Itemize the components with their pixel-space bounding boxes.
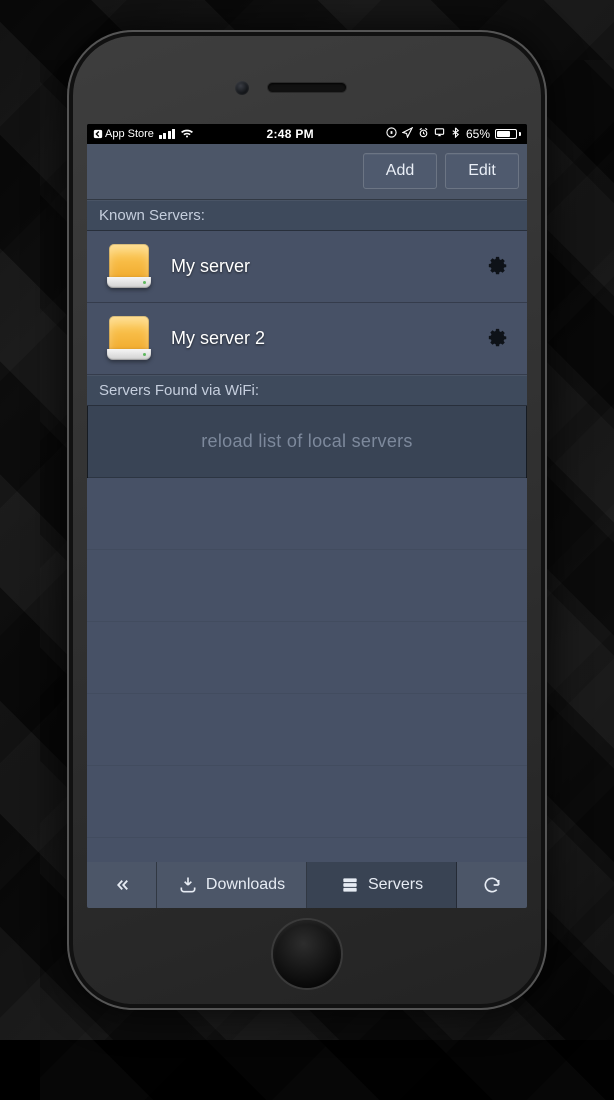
known-servers-header: Known Servers:	[87, 200, 527, 231]
refresh-icon	[482, 875, 502, 895]
screen: App Store 2:48 PM 65% Add Edit	[87, 124, 527, 908]
location-icon	[402, 127, 413, 141]
empty-list-area	[87, 478, 527, 862]
airplay-icon	[434, 127, 445, 141]
signal-icon	[159, 129, 176, 139]
download-icon	[178, 875, 198, 895]
gear-icon[interactable]	[487, 327, 509, 349]
add-button[interactable]: Add	[363, 153, 437, 189]
tab-servers-label: Servers	[368, 876, 423, 894]
battery-percent: 65%	[466, 127, 490, 141]
drive-icon	[105, 314, 153, 362]
back-to-appstore[interactable]: App Store	[93, 128, 154, 140]
wifi-icon	[180, 128, 194, 139]
tab-downloads[interactable]: Downloads	[157, 862, 307, 908]
drive-icon	[105, 242, 153, 290]
orientation-lock-icon	[386, 127, 397, 141]
tab-servers[interactable]: Servers	[307, 862, 457, 908]
clock: 2:48 PM	[198, 127, 382, 141]
edit-button[interactable]: Edit	[445, 153, 519, 189]
server-row[interactable]: My server	[87, 231, 527, 303]
server-icon	[340, 875, 360, 895]
phone-speaker	[268, 83, 346, 92]
home-button[interactable]	[273, 920, 341, 988]
status-bar: App Store 2:48 PM 65%	[87, 124, 527, 144]
camera-dot	[235, 81, 249, 95]
top-toolbar: Add Edit	[87, 144, 527, 200]
wifi-servers-header: Servers Found via WiFi:	[87, 375, 527, 406]
battery-icon	[495, 129, 521, 139]
phone-frame: App Store 2:48 PM 65% Add Edit	[67, 30, 547, 1010]
reload-servers-button[interactable]: reload list of local servers	[87, 406, 527, 478]
back-label: App Store	[105, 128, 154, 140]
tab-bar: Downloads Servers	[87, 862, 527, 908]
double-chevron-left-icon	[112, 875, 132, 895]
tab-downloads-label: Downloads	[206, 876, 285, 894]
gear-icon[interactable]	[487, 255, 509, 277]
bluetooth-icon	[450, 127, 461, 141]
refresh-tab[interactable]	[457, 862, 527, 908]
server-name: My server 2	[171, 328, 469, 349]
alarm-icon	[418, 127, 429, 141]
back-chevron-icon	[93, 129, 103, 139]
server-row[interactable]: My server 2	[87, 303, 527, 375]
server-name: My server	[171, 256, 469, 277]
back-tab[interactable]	[87, 862, 157, 908]
